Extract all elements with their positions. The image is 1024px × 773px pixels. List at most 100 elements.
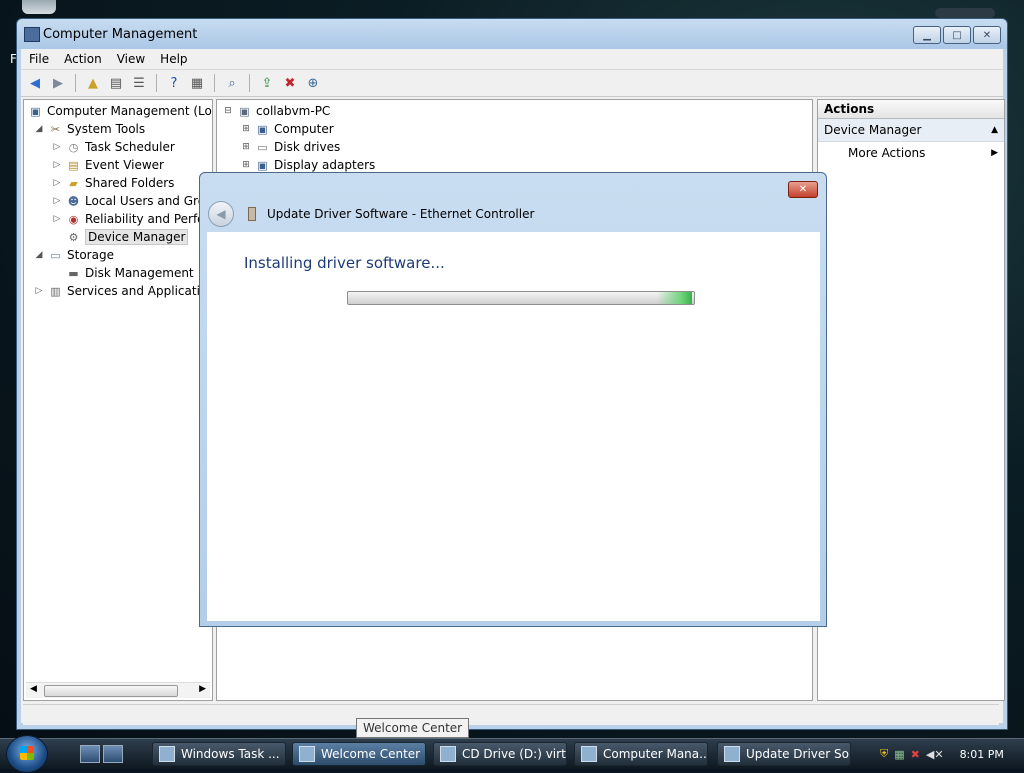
tree-item-storage[interactable]: ◢ ▭ Storage	[34, 246, 114, 264]
expand-icon[interactable]: ▷	[52, 142, 62, 152]
submenu-arrow-icon: ▶	[991, 148, 998, 158]
menu-view[interactable]: View	[117, 52, 145, 66]
update-driver-icon	[724, 746, 740, 762]
taskbar-tooltip: Welcome Center	[356, 718, 470, 738]
scrollbar-thumb[interactable]	[44, 685, 178, 697]
collapse-icon[interactable]: ⊟	[223, 106, 233, 116]
scan-hardware-icon[interactable]: ⌕	[222, 74, 242, 92]
properties-icon[interactable]: ☰	[129, 74, 149, 92]
users-icon: ☻	[67, 194, 80, 208]
progress-fill	[657, 292, 692, 304]
forward-arrow-icon[interactable]: ▶	[48, 74, 68, 92]
task-windows-task-manager[interactable]: Windows Task ...	[152, 742, 286, 766]
expand-icon[interactable]: ▷	[52, 178, 62, 188]
menu-file[interactable]: File	[29, 52, 49, 66]
scroll-left-icon[interactable]: ◀	[30, 684, 37, 694]
tree-item-services[interactable]: ▷ ▥ Services and Applications	[34, 282, 212, 300]
menu-bar: File Action View Help	[21, 49, 1003, 70]
scroll-right-icon[interactable]: ▶	[199, 684, 206, 694]
security-shield-icon[interactable]: ⛨	[880, 747, 888, 761]
horizontal-scrollbar[interactable]: ◀ ▶	[26, 682, 210, 698]
network-device-icon	[248, 207, 256, 221]
back-button[interactable]: ◀	[208, 201, 234, 227]
device-category-computer[interactable]: ⊞ ▣ Computer	[241, 120, 333, 138]
tree-item-event-viewer[interactable]: ▷ ▤ Event Viewer	[52, 156, 164, 174]
tree-item-device-manager[interactable]: ⚙ Device Manager	[66, 228, 189, 246]
dialog-close-button[interactable]: ✕	[788, 181, 818, 198]
enable-device-icon[interactable]: ⊕	[303, 74, 323, 92]
back-arrow-icon[interactable]: ◀	[25, 74, 45, 92]
dialog-title: Update Driver Software - Ethernet Contro…	[267, 207, 535, 221]
expand-icon[interactable]: ⊞	[241, 142, 251, 152]
display-adapter-icon: ▣	[257, 158, 268, 172]
cd-drive-icon	[440, 746, 456, 762]
recycle-bin-icon[interactable]	[22, 0, 56, 14]
tree-item-reliability[interactable]: ▷ ◉ Reliability and Perform	[52, 210, 212, 228]
start-button[interactable]	[6, 735, 48, 773]
device-root[interactable]: ⊟ ▣ collabvm-PC	[223, 102, 330, 120]
services-icon: ▥	[50, 284, 61, 298]
update-driver-dialog: ✕ ◀ Update Driver Software - Ethernet Co…	[199, 172, 827, 627]
computer-management-icon	[24, 27, 40, 42]
update-driver-icon[interactable]: ⇪	[257, 74, 277, 92]
task-cd-drive[interactable]: CD Drive (D:) virt...	[433, 742, 567, 766]
dialog-body: Installing driver software...	[207, 232, 820, 621]
taskbar: Windows Task ... Welcome Center CD Drive…	[0, 735, 1024, 773]
tools-icon: ✂	[50, 122, 61, 136]
device-manager-icon: ⚙	[68, 230, 79, 244]
volume-muted-icon[interactable]: ◀✕	[926, 748, 944, 761]
expand-icon[interactable]: ▷	[34, 286, 44, 296]
disk-management-icon: ▬	[68, 266, 79, 280]
tree-item-system-tools[interactable]: ◢ ✂ System Tools	[34, 120, 146, 138]
collapse-icon[interactable]: ◢	[34, 250, 44, 260]
tree-item-local-users[interactable]: ▷ ☻ Local Users and Group	[52, 192, 212, 210]
windows-logo-icon	[20, 746, 34, 760]
network-disconnected-icon[interactable]: ✖	[911, 748, 920, 761]
clock[interactable]: 8:01 PM	[960, 748, 1004, 761]
tree-item-shared-folders[interactable]: ▷ ▰ Shared Folders	[52, 174, 175, 192]
uninstall-device-icon[interactable]: ✖	[280, 74, 300, 92]
clock-icon: ◷	[68, 140, 79, 154]
window-titlebar[interactable]: Computer Management ▁ □ ✕	[17, 19, 1007, 49]
task-update-driver[interactable]: Update Driver So...	[717, 742, 851, 766]
minimize-button[interactable]: ▁	[913, 26, 941, 44]
computer-icon: ▣	[239, 104, 250, 118]
show-hide-tree-icon[interactable]: ▤	[106, 74, 126, 92]
expand-icon[interactable]: ▷	[52, 160, 62, 170]
menu-help[interactable]: Help	[160, 52, 187, 66]
collapse-up-icon[interactable]: ▲	[991, 119, 998, 141]
device-category-disk-drives[interactable]: ⊞ ▭ Disk drives	[241, 138, 340, 156]
task-welcome-center[interactable]: Welcome Center	[292, 742, 426, 766]
window-title: Computer Management	[43, 27, 198, 42]
actions-pane: Actions Device Manager ▲ More Actions ▶	[817, 99, 1005, 701]
computer-management-icon	[581, 746, 597, 762]
actions-group-device-manager[interactable]: Device Manager ▲	[818, 119, 1004, 142]
expand-icon[interactable]: ▷	[52, 196, 62, 206]
maximize-button[interactable]: □	[943, 26, 971, 44]
menu-action[interactable]: Action	[64, 52, 102, 66]
tree-item-disk-management[interactable]: ▬ Disk Management	[66, 264, 193, 282]
toolbar: ◀ ▶ ▲ ▤ ☰ ? ▦ ⌕ ⇪ ✖ ⊕	[21, 70, 1003, 97]
expand-icon[interactable]: ⊞	[241, 160, 251, 170]
task-computer-management[interactable]: Computer Mana...	[574, 742, 708, 766]
tree-item-root[interactable]: ▣ Computer Management (Local	[28, 102, 212, 120]
computer-management-icon: ▣	[30, 104, 41, 118]
up-folder-icon[interactable]: ▲	[83, 74, 103, 92]
collapse-icon[interactable]: ◢	[34, 124, 44, 134]
close-button[interactable]: ✕	[973, 26, 1001, 44]
network-icon[interactable]: ▦	[894, 748, 904, 761]
tree-item-task-scheduler[interactable]: ▷ ◷ Task Scheduler	[52, 138, 175, 156]
show-desktop-icon[interactable]	[80, 745, 100, 763]
installation-progress-bar	[347, 291, 695, 305]
expand-icon[interactable]: ⊞	[241, 124, 251, 134]
storage-icon: ▭	[50, 248, 61, 262]
status-bar	[23, 704, 999, 725]
event-viewer-icon: ▤	[68, 158, 79, 172]
help-icon[interactable]: ?	[164, 74, 184, 92]
welcome-center-icon	[299, 746, 315, 762]
action-pane-icon[interactable]: ▦	[187, 74, 207, 92]
switch-windows-icon[interactable]	[103, 745, 123, 763]
disk-drive-icon: ▭	[257, 140, 268, 154]
more-actions-item[interactable]: More Actions ▶	[818, 142, 1004, 164]
expand-icon[interactable]: ▷	[52, 214, 62, 224]
